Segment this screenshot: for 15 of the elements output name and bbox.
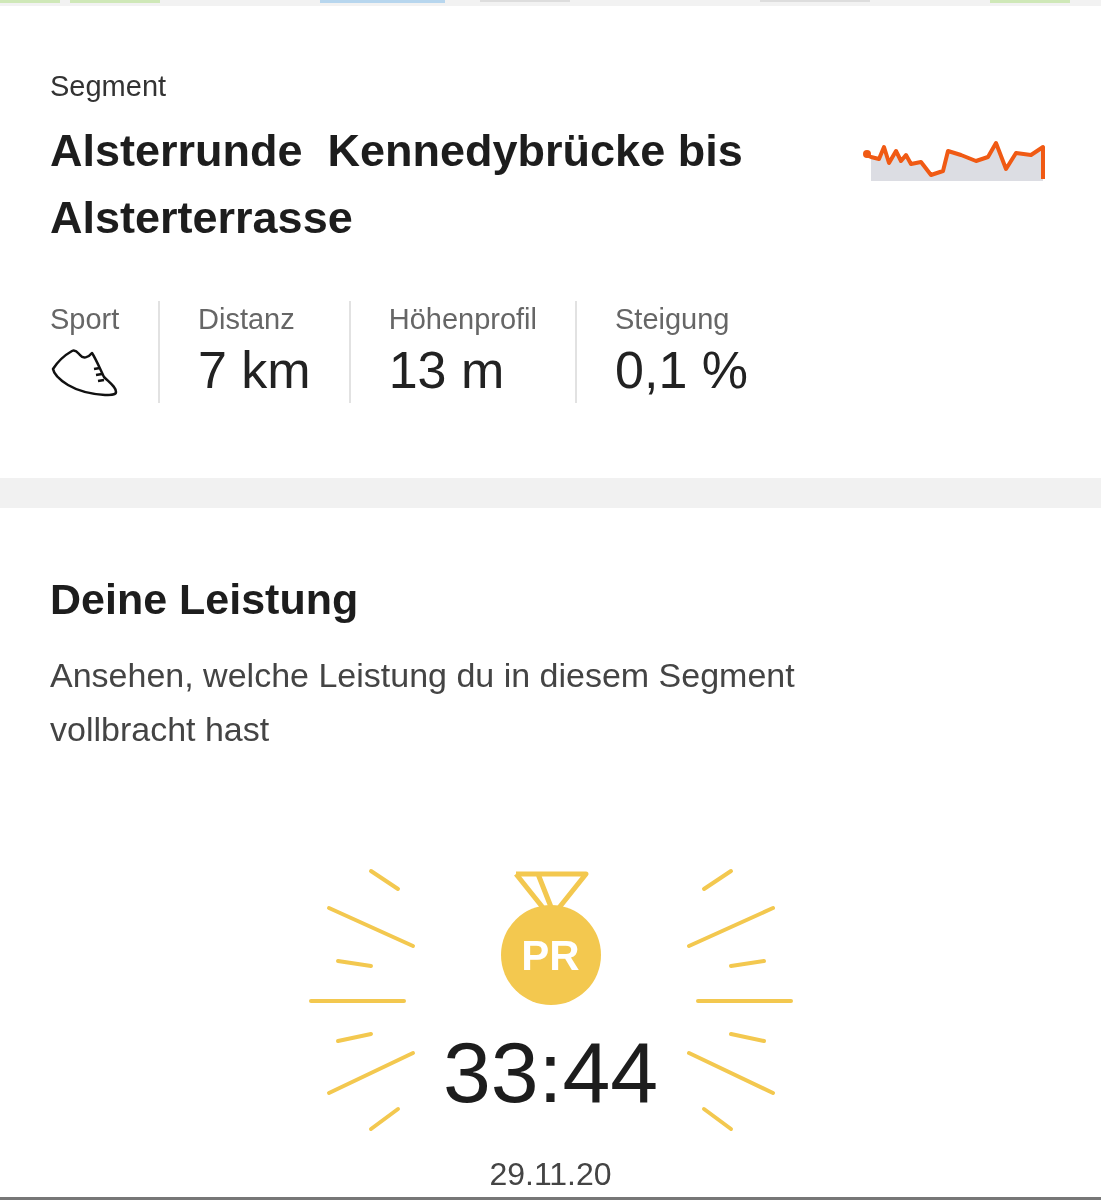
stat-label: Steigung xyxy=(615,302,731,337)
stat-value: 7 km xyxy=(198,340,311,401)
time-value: 33:44 xyxy=(442,1026,659,1118)
shoe-icon xyxy=(50,347,120,397)
medal-label: PR xyxy=(521,934,580,978)
segment-title: Alsterrunde Kennedybrücke bis Alsterterrasse xyxy=(50,124,744,245)
section-heading: Deine Leistung xyxy=(50,574,360,625)
stat-label: Höhenprofil xyxy=(388,302,537,337)
date-value: 29.11.20 xyxy=(488,1156,613,1193)
stat-value: 13 m xyxy=(388,340,506,401)
stat-label: Sport xyxy=(50,302,120,337)
segment-label: Segment xyxy=(50,70,168,103)
section-description: Ansehen, welche Leistung du in diesem Segment vollbracht hast xyxy=(50,655,796,750)
stat-value: 0,1 % xyxy=(615,340,748,401)
stat-label: Distanz xyxy=(198,302,296,337)
